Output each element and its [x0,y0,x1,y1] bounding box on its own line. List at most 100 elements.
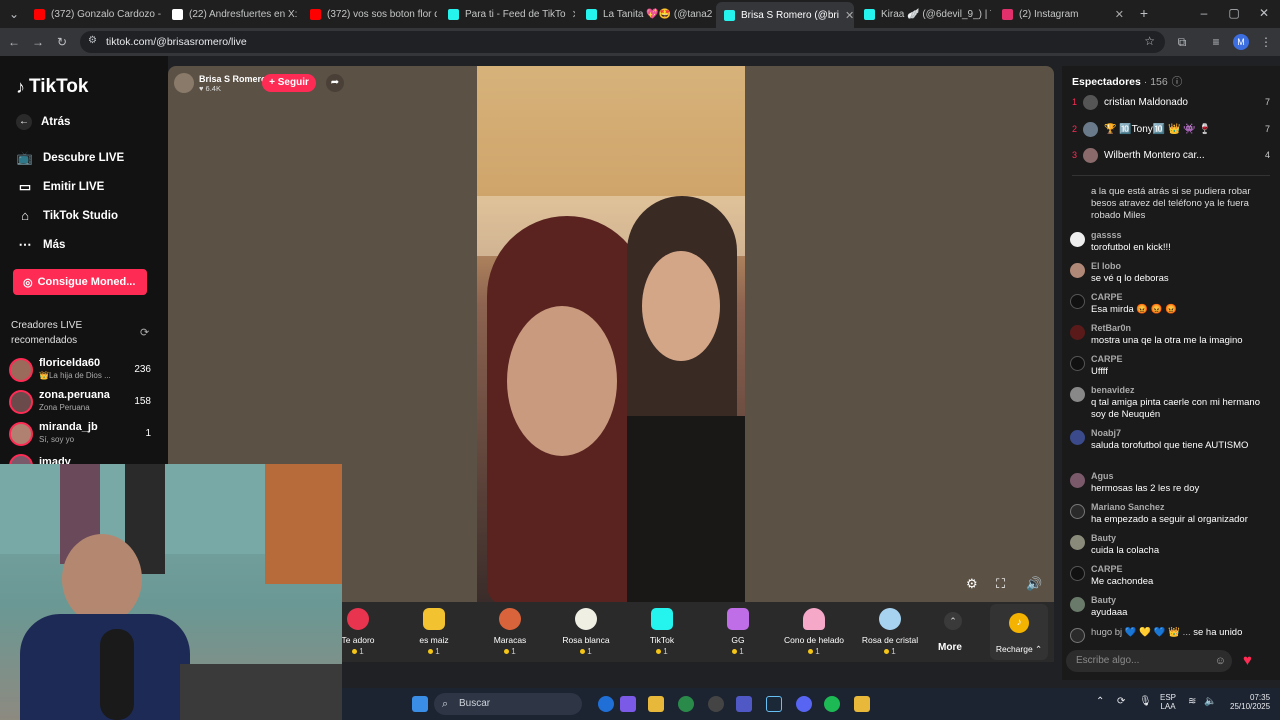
nav-more[interactable]: ⋯ Más [16,237,66,253]
browser-tab[interactable]: (2) Instagram ✕ [994,4,1132,24]
info-icon[interactable]: ⓘ [1172,76,1183,88]
steam-icon[interactable] [766,696,782,712]
close-window-icon[interactable]: ✕ [1256,5,1272,21]
top-viewer-row[interactable]: 2 🏆 🔟Tony🔟 👑 👾 🍷 7 [1072,119,1272,139]
share-icon[interactable]: ➦ [326,74,344,92]
media-control-icon[interactable]: ≡ [1208,34,1224,50]
spotify-icon[interactable] [824,696,840,712]
gift-item[interactable]: GG 1 [700,608,776,656]
folder-icon[interactable] [648,696,664,712]
gift-item[interactable]: Rosa blanca 1 [548,608,624,656]
chat-user[interactable]: Noabj7 [1091,428,1121,438]
chat-user[interactable]: El lobo [1091,261,1121,271]
maximize-icon[interactable]: ▢ [1226,5,1242,21]
start-icon[interactable] [412,696,428,712]
chat-user[interactable]: CARPE [1091,292,1123,302]
network-icon[interactable]: ⟳ [1117,696,1125,707]
creator-item[interactable]: floricelda60 👑La hija de Dios ... 236 [9,356,161,386]
volume-icon[interactable]: 🔊 [1026,576,1042,592]
fullscreen-icon[interactable]: ⛶ [996,576,1005,592]
discord-icon[interactable] [796,696,812,712]
nav-go-live[interactable]: ▭ Emitir LIVE [16,179,105,195]
browser-tab[interactable]: Para ti - Feed de TikTo✕ [440,4,575,24]
gift-item[interactable]: TikTok 1 [624,608,700,656]
back-icon[interactable]: ← [6,34,22,50]
site-info-icon[interactable]: ⚙ [88,35,97,46]
microphone-icon[interactable]: 🎙 [1139,696,1152,707]
tiktok-logo[interactable]: ♪ TikTok [16,76,88,98]
chat-user[interactable]: RetBar0n [1091,323,1131,333]
avatar [9,422,33,446]
close-tab-icon[interactable]: ✕ [712,8,713,21]
clock[interactable]: 07:35 25/10/2025 [1230,693,1270,711]
refresh-icon[interactable]: ⟳ [140,326,149,339]
teams-icon[interactable] [736,696,752,712]
right-panel: Espectadores · 156 ⓘ 1 cristian Maldonado 7… [1062,66,1280,680]
chat-user[interactable]: CARPE [1091,564,1123,574]
gift-item[interactable]: Maracas 1 [472,608,548,656]
language-indicator[interactable]: ESP LAA [1160,693,1176,711]
live-video[interactable] [477,66,745,602]
address-bar[interactable]: ⚙ tiktok.com/@brisasromero/live ☆ [80,31,1165,53]
chevron-up-icon[interactable]: ⌃ [944,612,962,630]
chat-input[interactable]: Escribe algo... ☺ [1066,650,1232,672]
chat-user[interactable]: gassss [1091,230,1122,240]
browser-tab-active[interactable]: Brisa S Romero (@bri ✕ [716,2,854,28]
back-link[interactable]: ← Atrás [16,114,70,130]
close-tab-icon[interactable]: ✕ [839,9,854,22]
gift-item[interactable]: es maiz 1 [396,608,472,656]
app-icon[interactable] [854,696,870,712]
minimize-icon[interactable]: – [1196,5,1212,21]
chat-user[interactable]: Bauty [1091,595,1116,605]
creator-item[interactable]: miranda_jb Sí, soy yo 1 [9,420,161,450]
host-avatar[interactable] [174,73,194,93]
like-heart-icon[interactable]: ♥ [1243,652,1252,669]
host-info[interactable]: Brisa S Romero ♥ 6.4K [174,72,267,94]
new-tab-icon[interactable]: + [1136,5,1152,21]
chat-user[interactable]: Mariano Sanchez [1091,502,1165,512]
wifi-icon[interactable]: ≋ [1188,696,1196,707]
recharge-button[interactable]: ♪ Recharge ⌃ [990,604,1048,660]
profile-avatar[interactable]: M [1233,34,1249,50]
nav-tiktok-studio[interactable]: ⌂ TikTok Studio [16,208,118,223]
reload-icon[interactable]: ↻ [54,34,70,50]
chrome-icon[interactable] [678,696,694,712]
close-tab-icon[interactable]: ✕ [566,8,575,21]
emoji-icon[interactable]: ☺ [1215,650,1226,672]
browser-tab[interactable]: (372) Gonzalo Cardozo -✕ [26,4,161,24]
top-viewer-row[interactable]: 3 Wilberth Montero car... 4 [1072,145,1272,165]
browser-tab[interactable]: Kiraa 🪽 (@6devil_9_) | Ti✕ [856,4,991,24]
volume-icon[interactable]: 🔈 [1204,696,1216,707]
close-tab-icon[interactable]: ✕ [297,8,299,21]
bookmark-star-icon[interactable]: ☆ [1144,34,1155,48]
chat-text: hermosas las 2 les re doy [1091,483,1200,494]
chat-user[interactable]: benavidez [1091,385,1135,395]
settings-gear-icon[interactable]: ⚙ [966,576,978,592]
forward-icon[interactable]: → [30,34,46,50]
get-coins-button[interactable]: ◎ Consigue Moned... [13,269,147,295]
nav-discover-live[interactable]: 📺 Descubre LIVE [16,150,124,166]
extensions-icon[interactable]: ⧉ [1174,34,1190,50]
chat-user[interactable]: Bauty [1091,533,1116,543]
copilot-icon[interactable] [620,696,636,712]
browser-tab[interactable]: La Tanita 💖🤩 (@tana2✕ [578,4,713,24]
more-menu-icon[interactable]: ⋮ [1258,34,1274,50]
browser-tab[interactable]: (372) vos sos boton flor d✕ [302,4,437,24]
chevron-up-icon[interactable]: ⌃ [1096,696,1104,707]
gift-item[interactable]: Cono de helado 1 [776,608,852,656]
browser-tab[interactable]: (22) Andresfuertes en X:✕ [164,4,299,24]
chat-user[interactable]: Agus [1091,471,1114,481]
chat-message: El lobo se vé q lo deboras [1070,261,1278,289]
app-icon[interactable] [708,696,724,712]
gift-item[interactable]: Rosa de cristal 1 [852,608,928,656]
edge-icon[interactable] [598,696,614,712]
taskbar-search[interactable]: ⌕ Buscar [434,693,582,715]
more-gifts-button[interactable]: More [938,642,962,653]
top-viewer-row[interactable]: 1 cristian Maldonado 7 [1072,92,1272,112]
chat-user[interactable]: hugo bj 💙 💛 💙 👑 ... [1091,627,1191,638]
creator-item[interactable]: zona.peruana Zona Peruana 158 [9,388,161,418]
chat-user[interactable]: CARPE [1091,354,1123,364]
follow-button[interactable]: + Seguir [262,74,316,92]
tab-list-icon[interactable]: ⌄ [6,6,22,22]
close-tab-icon[interactable]: ✕ [1109,8,1124,21]
